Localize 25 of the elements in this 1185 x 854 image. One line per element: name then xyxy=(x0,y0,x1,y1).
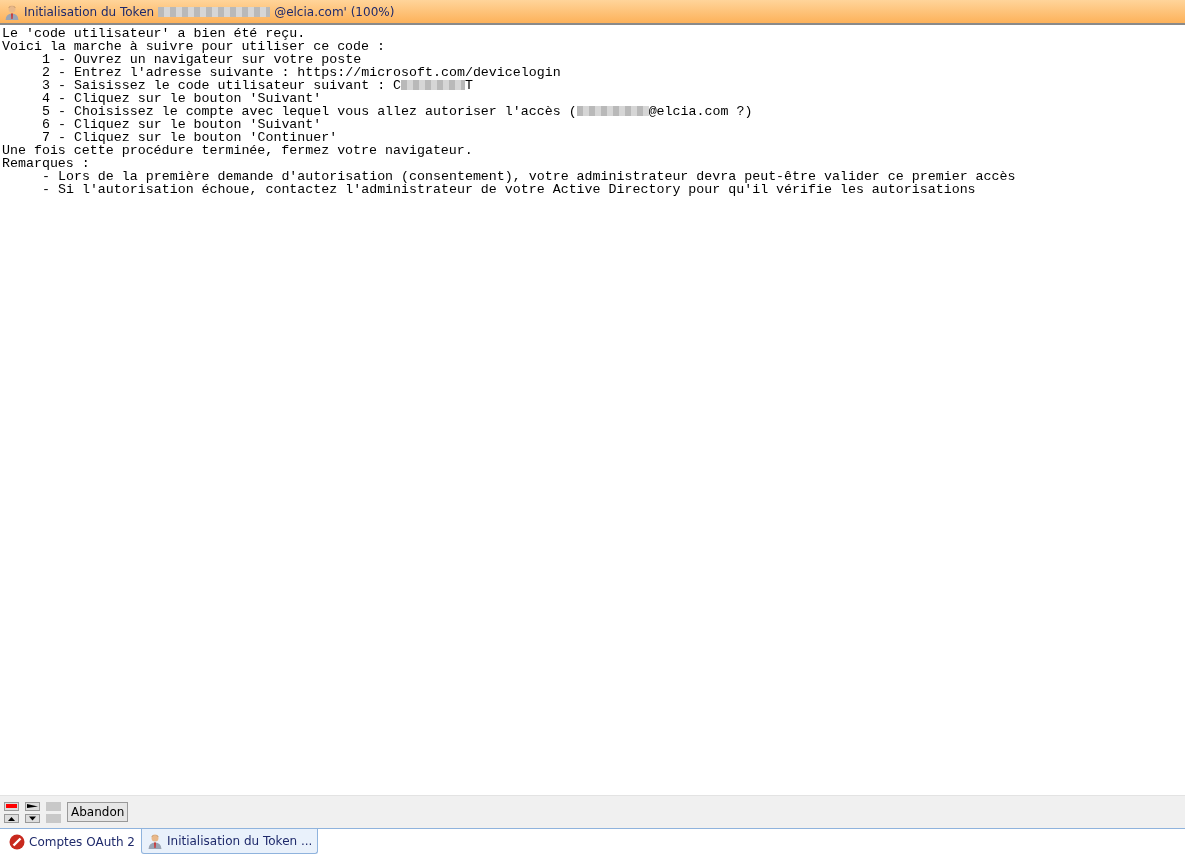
window-title: @elcia.com' (100%) xyxy=(274,3,395,21)
log-text: 7 - Cliquez sur le bouton 'Continuer' xyxy=(42,130,338,145)
window-title: Initialisation du Token xyxy=(24,3,155,21)
abort-button[interactable]: Abandon xyxy=(67,802,129,822)
log-text: Le 'code utilisateur' a bien été reçu. xyxy=(2,26,306,41)
log-text: 4 - Cliquez sur le bouton 'Suivant' xyxy=(42,91,322,106)
user-icon xyxy=(147,833,163,849)
log-text: 3 - Saisissez le code utilisateur suivant : C xyxy=(42,78,402,93)
log-text: 5 - Choisissez le compte avec lequel vous allez autoriser l'accès ( xyxy=(42,104,577,119)
log-text: - Lors de la première demande d'autorisation (consentement), votre administrateur devra peut-être valider ce premier accès xyxy=(42,169,1016,184)
log-text: Remarques : xyxy=(2,156,90,171)
log-text: 1 - Ouvrez un navigateur sur votre poste xyxy=(42,52,362,67)
log-text: 2 - Entrez l'adresse suivante : https://microsoft.com/devicelogin xyxy=(42,65,561,80)
log-text: T xyxy=(465,78,474,93)
log-text: 6 - Cliquez sur le bouton 'Suivant' xyxy=(42,117,322,132)
tab[interactable]: Initialisation du Token ... xyxy=(141,829,319,854)
log-text: Une fois cette procédure terminée, fermez votre navigateur. xyxy=(2,143,473,158)
user-icon xyxy=(4,3,20,20)
log-text: @elcia.com ?) xyxy=(648,104,753,119)
play-icon[interactable] xyxy=(25,801,40,811)
log-text: Voici la marche à suivre pour utiliser ce code : xyxy=(2,39,385,54)
log-text: - Si l'autorisation échoue, contactez l'administrateur de votre Active Directory pour qu'il vérifie les autorisations xyxy=(42,182,976,197)
redacted-text xyxy=(401,80,466,91)
stop-icon[interactable] xyxy=(4,801,19,811)
prohibited-icon xyxy=(9,833,25,850)
